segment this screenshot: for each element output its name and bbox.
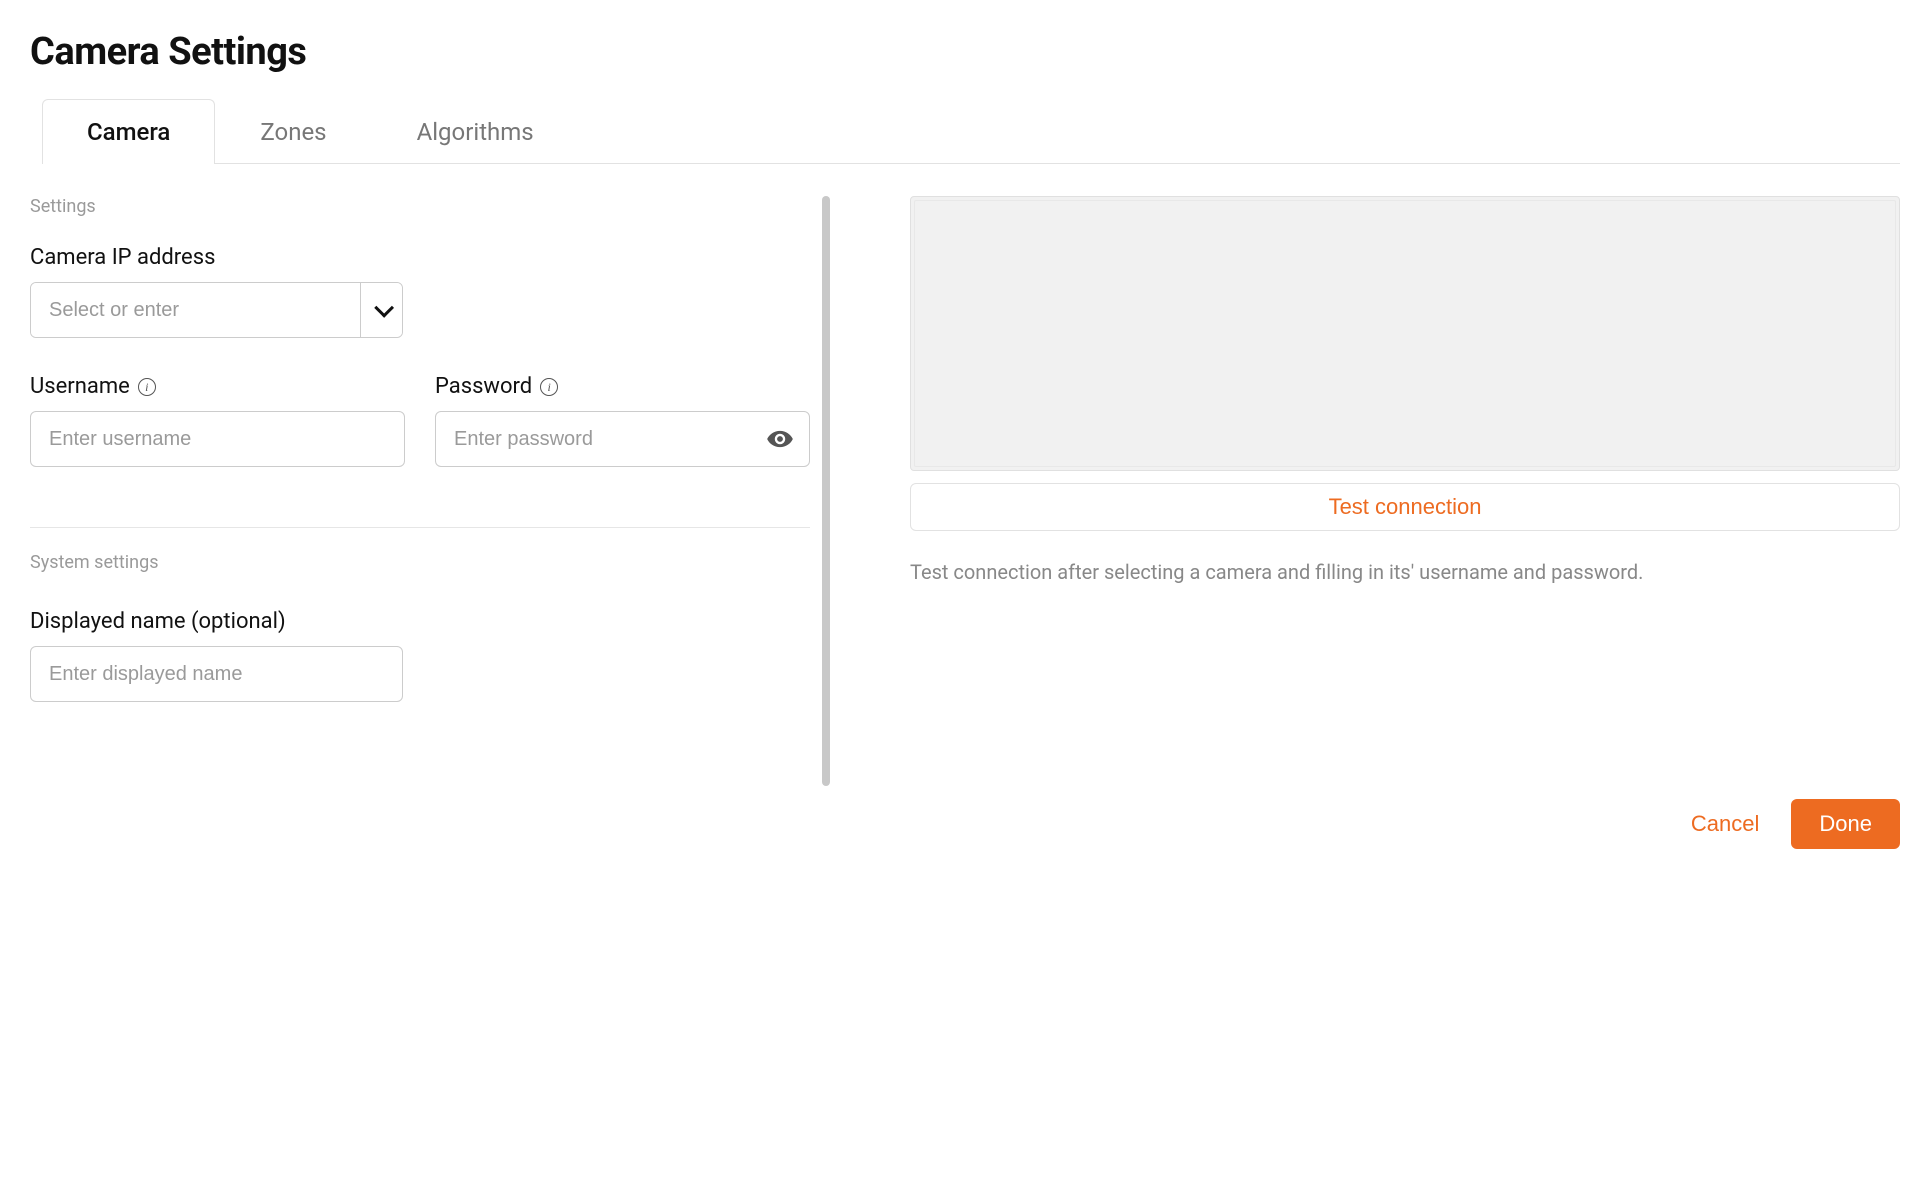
camera-ip-combo [30, 282, 403, 338]
section-label-settings: Settings [30, 196, 810, 217]
displayed-name-label: Displayed name (optional) [30, 609, 810, 634]
info-icon[interactable]: i [138, 378, 156, 396]
divider [30, 527, 810, 528]
username-input[interactable] [30, 411, 405, 467]
footer-actions: Cancel Done [910, 799, 1900, 849]
field-username: Username i [30, 374, 405, 467]
page-title: Camera Settings [30, 30, 1900, 74]
info-icon[interactable]: i [540, 378, 558, 396]
password-label: Password i [435, 374, 810, 399]
displayed-name-input[interactable] [30, 646, 403, 702]
eye-icon[interactable] [766, 425, 794, 453]
scrollbar-thumb[interactable] [822, 196, 830, 786]
tab-algorithms[interactable]: Algorithms [372, 99, 579, 164]
field-password: Password i [435, 374, 810, 467]
camera-ip-dropdown-button[interactable] [360, 283, 402, 337]
test-connection-help: Test connection after selecting a camera… [910, 555, 1900, 589]
done-button[interactable]: Done [1791, 799, 1900, 849]
camera-preview [910, 196, 1900, 471]
preview-panel: Test connection Test connection after se… [870, 196, 1900, 849]
tabs: Camera Zones Algorithms [42, 98, 1900, 164]
camera-ip-input[interactable] [31, 283, 360, 337]
cancel-button[interactable]: Cancel [1691, 811, 1759, 837]
settings-panel: Settings Camera IP address Username i [30, 196, 830, 849]
password-input[interactable] [435, 411, 810, 467]
username-label-text: Username [30, 374, 130, 399]
field-camera-ip: Camera IP address [30, 245, 810, 338]
scrollbar[interactable] [822, 196, 830, 786]
username-label: Username i [30, 374, 405, 399]
chevron-down-icon [374, 298, 394, 318]
section-label-system: System settings [30, 552, 810, 573]
camera-ip-label: Camera IP address [30, 245, 810, 270]
field-displayed-name: Displayed name (optional) [30, 609, 810, 702]
tab-zones[interactable]: Zones [215, 99, 371, 164]
tab-camera[interactable]: Camera [42, 99, 215, 164]
test-connection-button[interactable]: Test connection [910, 483, 1900, 531]
password-label-text: Password [435, 374, 532, 399]
